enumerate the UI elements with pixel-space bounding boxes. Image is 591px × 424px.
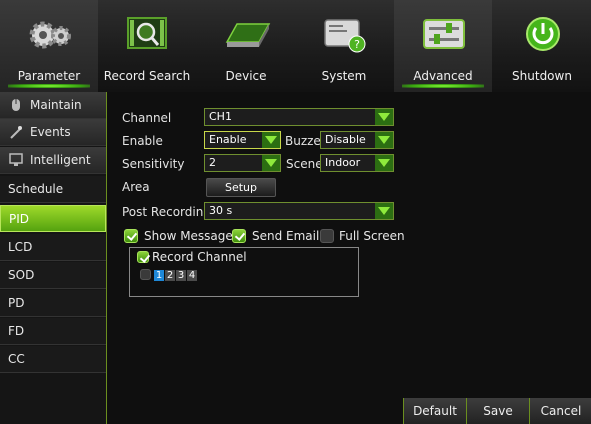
tab-label: System	[321, 69, 367, 83]
sensitivity-label: Sensitivity	[122, 157, 185, 171]
sidebar-item-label: Events	[30, 125, 71, 139]
enable-label: Enable	[122, 134, 163, 148]
film-search-icon	[127, 17, 167, 49]
tab-parameter[interactable]: Parameter	[0, 0, 98, 92]
channel-4-toggle[interactable]: 4	[187, 270, 197, 281]
post-recording-value: 30 s	[209, 204, 233, 217]
sidebar-item-intelligent[interactable]: Intelligent	[0, 147, 106, 174]
tab-advanced[interactable]: Advanced	[394, 0, 492, 92]
record-channel-label: Record Channel	[152, 250, 247, 264]
full-screen-checkbox[interactable]	[320, 229, 334, 243]
sidebar-item-label: FD	[8, 324, 25, 338]
sidebar-item-label: SOD	[8, 268, 35, 282]
monitor-icon	[9, 153, 23, 166]
sensitivity-value: 2	[209, 156, 216, 169]
channel-3-toggle[interactable]: 3	[176, 270, 186, 281]
save-button[interactable]: Save	[466, 398, 529, 424]
sensitivity-select[interactable]: 2	[204, 154, 281, 172]
system-info-icon: ?	[324, 19, 366, 53]
channel-value: CH1	[209, 110, 232, 123]
show-message-checkbox[interactable]	[124, 229, 138, 243]
svg-text:?: ?	[354, 38, 360, 51]
sidebar-item-label: Maintain	[30, 98, 82, 112]
show-message-label: Show Message	[144, 229, 233, 243]
tab-label: Parameter	[17, 69, 81, 83]
enable-value: Enable	[209, 133, 247, 146]
sidebar: Maintain Events Intelligent Schedule PID…	[0, 92, 107, 424]
power-icon	[526, 17, 560, 51]
tab-shutdown[interactable]: Shutdown	[493, 0, 591, 92]
post-recording-label: Post Recording	[122, 205, 211, 219]
sidebar-item-schedule[interactable]: Schedule	[0, 176, 106, 203]
chevron-down-icon	[375, 109, 393, 125]
scene-select[interactable]: Indoor	[320, 154, 394, 172]
chevron-down-icon	[262, 132, 280, 148]
channel-2-toggle[interactable]: 2	[165, 270, 175, 281]
tab-record-search[interactable]: Record Search	[98, 0, 196, 92]
sidebar-item-sod[interactable]: SOD	[0, 262, 106, 289]
record-channel-checkbox[interactable]	[137, 251, 149, 263]
sidebar-item-pd[interactable]: PD	[0, 290, 106, 317]
buzzer-value: Disable	[325, 133, 366, 146]
scene-value: Indoor	[325, 156, 361, 169]
sidebar-item-fd[interactable]: FD	[0, 318, 106, 345]
channel-1-toggle[interactable]: 1	[154, 270, 164, 281]
tab-label: Shutdown	[512, 69, 572, 83]
cancel-button[interactable]: Cancel	[529, 398, 591, 424]
main-toolbar: Parameter Record Search Device ? System	[0, 0, 591, 92]
send-email-label: Send Email	[252, 229, 320, 243]
default-button[interactable]: Default	[403, 398, 466, 424]
scene-label: Scene	[286, 157, 323, 171]
channel-label: Channel	[122, 111, 172, 125]
mouse-icon	[12, 99, 20, 111]
tab-device[interactable]: Device	[197, 0, 295, 92]
sidebar-item-maintain[interactable]: Maintain	[0, 92, 106, 119]
wand-icon	[10, 126, 22, 139]
sidebar-item-label: LCD	[8, 240, 33, 254]
gears-icon	[29, 21, 71, 49]
sidebar-item-label: CC	[8, 352, 25, 366]
sidebar-item-lcd[interactable]: LCD	[0, 234, 106, 261]
channel-select[interactable]: CH1	[204, 108, 394, 126]
buzzer-select[interactable]: Disable	[320, 131, 394, 149]
tab-label: Device	[225, 69, 267, 83]
send-email-checkbox[interactable]	[232, 229, 246, 243]
chevron-down-icon	[375, 155, 393, 171]
all-channels-checkbox[interactable]	[140, 269, 151, 280]
chevron-down-icon	[375, 132, 393, 148]
sidebar-item-label: PD	[8, 296, 25, 310]
sliders-icon	[423, 19, 465, 49]
sidebar-item-events[interactable]: Events	[0, 119, 106, 146]
full-screen-label: Full Screen	[339, 229, 405, 243]
tab-system[interactable]: ? System	[295, 0, 393, 92]
enable-select[interactable]: Enable	[204, 131, 281, 149]
area-setup-button[interactable]: Setup	[206, 178, 276, 197]
chevron-down-icon	[375, 203, 393, 219]
pid-settings-panel: Channel CH1 Enable Enable Buzzer Disable…	[107, 92, 591, 424]
active-tab-indicator	[8, 84, 90, 88]
chevron-down-icon	[262, 155, 280, 171]
sidebar-item-label: Intelligent	[30, 153, 91, 167]
post-recording-select[interactable]: 30 s	[204, 202, 394, 220]
sidebar-item-label: PID	[9, 212, 30, 226]
tab-label: Advanced	[413, 69, 473, 83]
sidebar-item-cc[interactable]: CC	[0, 346, 106, 373]
tab-label: Record Search	[103, 69, 191, 83]
hard-drive-icon	[225, 23, 271, 47]
sidebar-item-pid[interactable]: PID	[0, 205, 106, 232]
active-tab-indicator	[402, 84, 484, 88]
area-label: Area	[122, 180, 150, 194]
sidebar-item-label: Schedule	[8, 182, 64, 196]
